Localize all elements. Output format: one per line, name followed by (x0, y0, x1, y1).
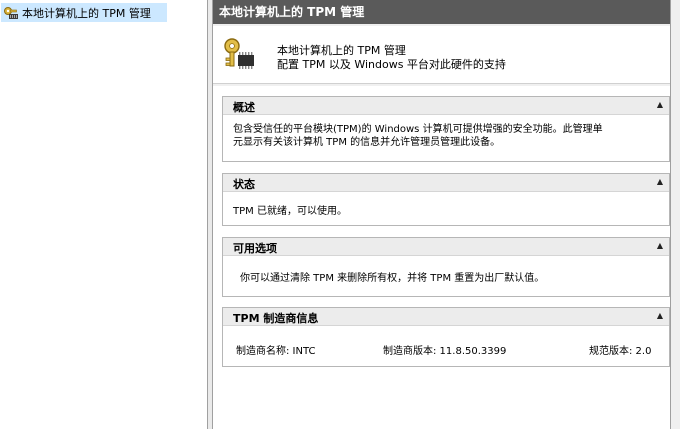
details-pane: 本地计算机上的 TPM 管理 本地计算机上的 TPM 管理 配置 TPM 以及 … (213, 0, 670, 429)
manufacturer-version: 制造商版本: 11.8.50.3399 (383, 346, 507, 357)
overview-text-line: 元显示有关该计算机 TPM 的信息并允许管理员管理此设备。 (233, 137, 501, 148)
section-header: 可用选项 ▲ (223, 238, 669, 256)
tree-item-label: 本地计算机上的 TPM 管理 (22, 6, 151, 20)
overview-text-line: 包含受信任的平台模块(TPM)的 Windows 计算机可提供增强的安全功能。此… (233, 124, 603, 135)
section-manufacturer-info: TPM 制造商信息 ▲ 制造商名称: INTC 制造商版本: 11.8.50.3… (222, 307, 670, 367)
actions-pane-edge (671, 0, 680, 429)
collapse-icon[interactable]: ▲ (653, 239, 667, 253)
status-text: TPM 已就绪，可以使用。 (233, 206, 347, 217)
details-content: 概述 ▲ 包含受信任的平台模块(TPM)的 Windows 计算机可提供增强的安… (213, 86, 670, 429)
collapse-icon[interactable]: ▲ (653, 175, 667, 189)
tpm-key-icon (4, 6, 18, 19)
tree-pane: 本地计算机上的 TPM 管理 (0, 0, 207, 429)
section-body: 你可以通过清除 TPM 来删除所有权，并将 TPM 重置为出厂默认值。 (223, 256, 669, 284)
section-available-options: 可用选项 ▲ 你可以通过清除 TPM 来删除所有权，并将 TPM 重置为出厂默认… (222, 237, 670, 297)
header-description: 配置 TPM 以及 Windows 平台对此硬件的支持 (277, 58, 506, 71)
section-title: 概述 (233, 101, 255, 114)
section-header: 概述 ▲ (223, 97, 669, 115)
details-title-bar: 本地计算机上的 TPM 管理 (213, 0, 670, 24)
tree-item-tpm-management[interactable]: 本地计算机上的 TPM 管理 (1, 3, 167, 22)
section-header: TPM 制造商信息 ▲ (223, 308, 669, 326)
options-text: 你可以通过清除 TPM 来删除所有权，并将 TPM 重置为出厂默认值。 (240, 273, 545, 284)
spec-version: 规范版本: 2.0 (589, 346, 652, 357)
section-status: 状态 ▲ TPM 已就绪，可以使用。 (222, 173, 670, 226)
key-chip-icon (224, 38, 254, 69)
section-header: 状态 ▲ (223, 174, 669, 192)
details-header: 本地计算机上的 TPM 管理 配置 TPM 以及 Windows 平台对此硬件的… (213, 26, 670, 84)
section-body: TPM 已就绪，可以使用。 (223, 192, 669, 217)
manufacturer-name: 制造商名称: INTC (236, 346, 316, 357)
collapse-icon[interactable]: ▲ (653, 309, 667, 323)
section-body: 制造商名称: INTC 制造商版本: 11.8.50.3399 规范版本: 2.… (223, 326, 669, 367)
section-title: 状态 (233, 178, 255, 191)
section-body: 包含受信任的平台模块(TPM)的 Windows 计算机可提供增强的安全功能。此… (223, 115, 669, 149)
section-title: TPM 制造商信息 (233, 312, 319, 325)
collapse-icon[interactable]: ▲ (653, 98, 667, 112)
section-overview: 概述 ▲ 包含受信任的平台模块(TPM)的 Windows 计算机可提供增强的安… (222, 96, 670, 162)
section-title: 可用选项 (233, 242, 277, 255)
